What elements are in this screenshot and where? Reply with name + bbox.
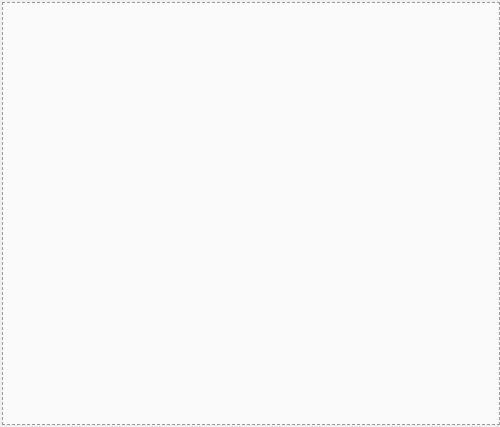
placeholder [2,2,500,425]
